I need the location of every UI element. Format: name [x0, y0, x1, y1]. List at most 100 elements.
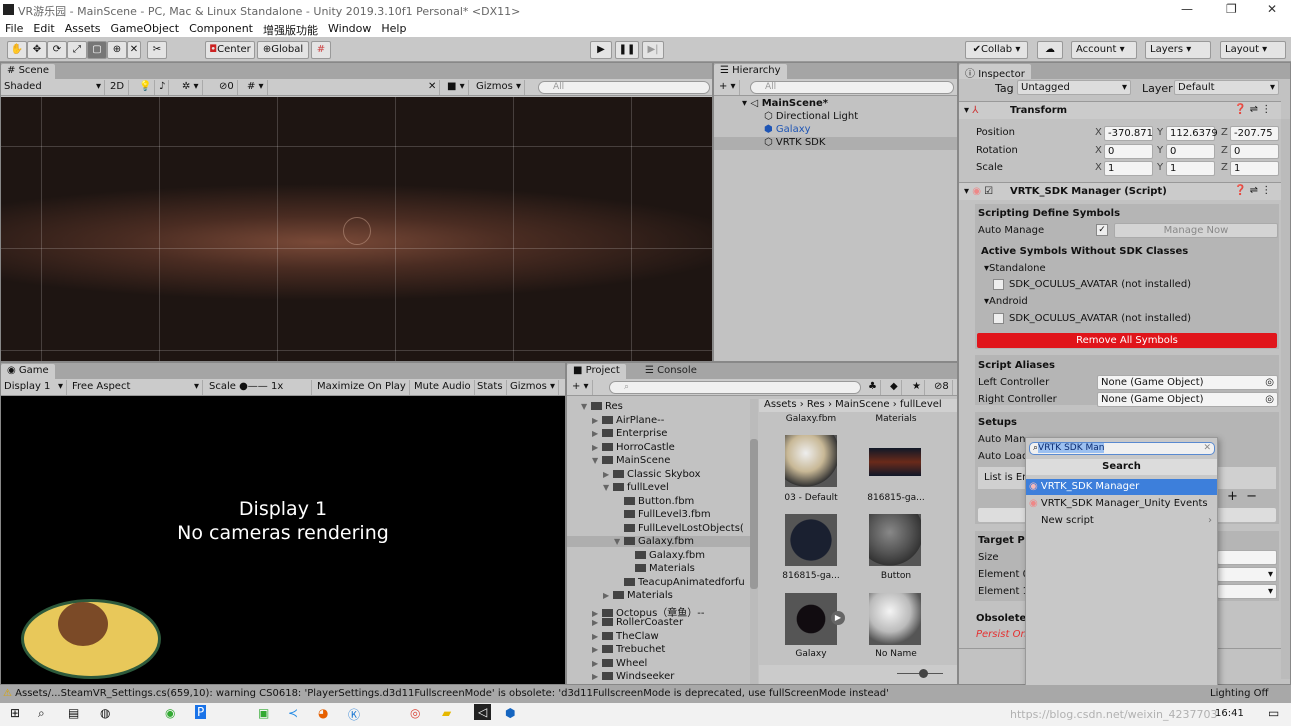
transform-z-field[interactable]: 0 — [1230, 144, 1279, 159]
model-thumbnail[interactable] — [785, 593, 837, 645]
tree-item[interactable]: Galaxy.fbm — [567, 550, 750, 561]
tree-item[interactable]: ▼ MainScene — [567, 455, 750, 466]
transform-y-field[interactable]: 112.6379 — [1166, 126, 1218, 141]
shading-dropdown[interactable]: Shaded ▾ — [1, 80, 105, 95]
lighting-icon[interactable]: 💡 — [136, 80, 156, 95]
app-icon[interactable]: ◍ — [100, 706, 110, 720]
hierarchy-search-input[interactable]: All — [750, 81, 954, 94]
foldout-icon[interactable]: ▶ — [592, 659, 602, 668]
axis-label[interactable]: Z — [1221, 162, 1228, 173]
transform-x-field[interactable]: 1 — [1104, 161, 1153, 176]
app-icon[interactable]: Ⓚ — [348, 706, 360, 723]
transform-z-field[interactable]: 1 — [1230, 161, 1279, 176]
audio-icon[interactable]: ♪ — [156, 80, 170, 95]
mute-audio-toggle[interactable]: Mute Audio — [411, 380, 475, 395]
tree-item[interactable]: ▼ Res — [567, 401, 750, 412]
transform-y-field[interactable]: 1 — [1166, 161, 1215, 176]
transform-z-field[interactable]: -207.75 — [1230, 126, 1279, 141]
scene-view[interactable] — [1, 97, 712, 361]
expand-play-icon[interactable]: ▶ — [831, 611, 845, 625]
filter-label-icon[interactable]: ◆ — [887, 380, 902, 395]
foldout-icon[interactable]: ▶ — [603, 591, 613, 600]
tree-item[interactable]: FullLevelLostObjects( — [567, 523, 750, 534]
component-search-input[interactable]: ⌕VRTK SDK Man ✕ — [1029, 442, 1215, 455]
firefox-icon[interactable]: ◕ — [318, 706, 328, 720]
transform-x-field[interactable]: -370.871 — [1104, 126, 1153, 141]
breadcrumb-item[interactable]: Assets — [764, 399, 797, 410]
inspector-scrollbar[interactable] — [1281, 119, 1290, 679]
transform-tool-icon[interactable]: ⊕ — [107, 41, 127, 59]
transform-x-field[interactable]: 0 — [1104, 144, 1153, 159]
play-button[interactable]: ▶ — [590, 41, 612, 59]
account-dropdown[interactable]: Account ▾ — [1071, 41, 1137, 59]
auto-manage-checkbox[interactable]: ✓ — [1096, 224, 1108, 236]
editor-tools-icon[interactable]: ✂ — [147, 41, 167, 59]
element-dropdown[interactable]: ▾ — [1217, 584, 1277, 599]
tree-item[interactable]: ▶ RollerCoaster — [567, 617, 750, 628]
foldout-icon[interactable]: ▶ — [592, 429, 602, 438]
vscode-icon[interactable]: ≺ — [288, 706, 298, 720]
status-bar[interactable]: ⚠ Assets/...SteamVR_Settings.cs(659,10):… — [0, 685, 1291, 703]
unity-icon[interactable]: ◁ — [474, 704, 492, 720]
texture-thumbnail[interactable] — [869, 448, 921, 476]
tab-scene[interactable]: # Scene — [1, 64, 56, 79]
foldout-icon[interactable]: ▶ — [592, 416, 602, 425]
project-search-input[interactable]: ⌕ — [609, 381, 861, 394]
menu-component[interactable]: Component — [189, 22, 253, 35]
chrome-icon[interactable]: ◎ — [410, 706, 420, 720]
material-thumbnail[interactable] — [785, 514, 837, 566]
app-icon[interactable]: ▣ — [258, 706, 269, 720]
step-button[interactable]: ▶| — [642, 41, 664, 59]
gizmos-toggle[interactable]: Gizmos ▾ — [507, 380, 560, 395]
transform-y-field[interactable]: 0 — [1166, 144, 1215, 159]
minimize-button[interactable]: — — [1181, 2, 1193, 16]
menu-file[interactable]: File — [5, 22, 23, 35]
rotate-tool-icon[interactable]: ⟳ — [47, 41, 67, 59]
effects-icon[interactable]: ✲ ▾ — [179, 80, 203, 95]
menu-enhanced[interactable]: 增强版功能 — [263, 22, 318, 37]
standalone-foldout[interactable]: ▾Standalone — [984, 263, 1046, 274]
menu-assets[interactable]: Assets — [65, 22, 101, 35]
layers-dropdown[interactable]: Layers ▾ — [1145, 41, 1211, 59]
app-icon[interactable]: ◉ — [165, 706, 175, 720]
asset-label[interactable]: Materials — [851, 414, 941, 424]
asset-label[interactable]: Galaxy — [766, 649, 856, 659]
new-script-item[interactable]: New script › — [1026, 513, 1217, 529]
filter-type-icon[interactable]: ♣ — [865, 380, 881, 395]
tree-item[interactable]: ▶ AirPlane-- — [567, 415, 750, 426]
maximize-button[interactable]: ❐ — [1226, 2, 1237, 16]
foldout-icon[interactable]: ▼ — [592, 456, 602, 465]
list-add-remove[interactable]: + − — [1227, 489, 1257, 504]
search-icon[interactable]: ⌕ — [38, 706, 45, 721]
tree-item[interactable]: ▶ Wheel — [567, 658, 750, 669]
foldout-icon[interactable]: ▶ — [592, 645, 602, 654]
tools-icon[interactable]: ✕ — [425, 80, 441, 95]
android-foldout[interactable]: ▾Android — [984, 296, 1028, 307]
menu-window[interactable]: Window — [328, 22, 371, 35]
scale-slider[interactable]: Scale ●—— 1x — [206, 380, 312, 395]
tree-item[interactable]: ▶ Trebuchet — [567, 644, 750, 655]
symbol-checkbox[interactable] — [993, 279, 1004, 290]
stats-toggle[interactable]: Stats — [474, 380, 507, 395]
breadcrumb-item[interactable]: MainScene — [835, 399, 889, 410]
pivot-center-button[interactable]: ◘Center — [205, 41, 255, 59]
explorer-icon[interactable]: ▰ — [442, 706, 451, 720]
foldout-icon[interactable]: ▼ — [614, 537, 624, 546]
hidden-packages-icon[interactable]: ⊘8 — [931, 380, 953, 395]
size-field[interactable] — [1217, 550, 1277, 565]
tree-item[interactable]: ▶ TheClaw — [567, 631, 750, 642]
app-icon[interactable]: P — [195, 705, 207, 719]
custom-tool-icon[interactable]: ✕ — [127, 41, 141, 59]
material-thumbnail[interactable] — [785, 435, 837, 487]
material-thumbnail[interactable] — [869, 514, 921, 566]
hierarchy-item[interactable]: ⬢ Galaxy — [764, 124, 811, 135]
favorites-icon[interactable]: ★ — [909, 380, 925, 395]
foldout-icon[interactable]: ▼ — [603, 483, 613, 492]
scale-tool-icon[interactable]: ⤢ — [67, 41, 87, 59]
asset-label[interactable]: 03 - Default — [766, 493, 856, 503]
left-controller-field[interactable]: None (Game Object) ◎ — [1097, 375, 1278, 390]
tree-item[interactable]: Materials — [567, 563, 750, 574]
axis-label[interactable]: Y — [1157, 162, 1163, 173]
scene-root[interactable]: ▾ ◁ MainScene* — [742, 98, 828, 109]
menu-gameobject[interactable]: GameObject — [111, 22, 180, 35]
